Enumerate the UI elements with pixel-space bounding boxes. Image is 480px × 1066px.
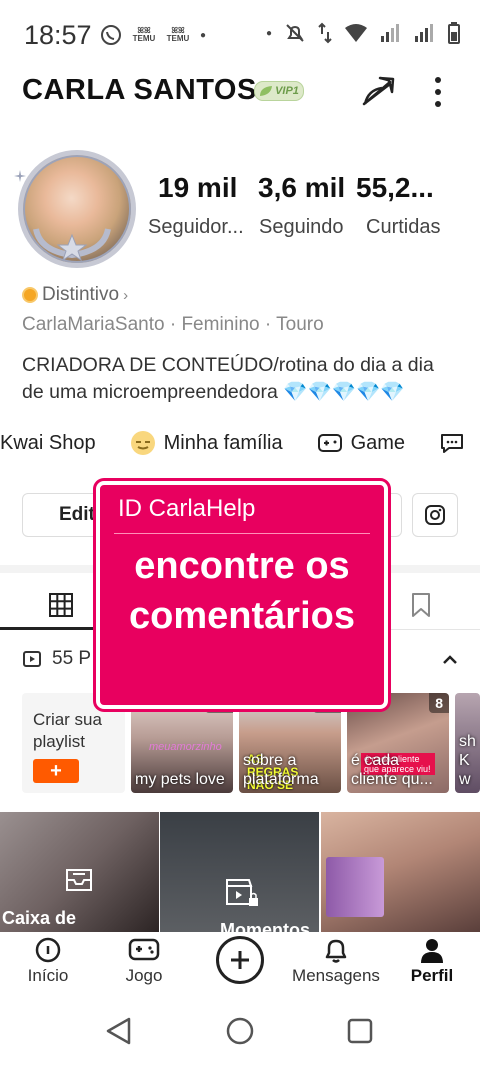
temu-icon: ꕤꕤ TEMU (132, 26, 156, 43)
instagram-button[interactable] (412, 493, 458, 537)
status-time: 18:57 (24, 20, 92, 50)
product-image (326, 857, 384, 917)
dot-icon: ● (265, 27, 272, 39)
chat-icon (441, 434, 464, 453)
family-emoji-icon (130, 431, 155, 455)
overlay-divider (114, 533, 370, 534)
likes-count[interactable]: 55,2... (356, 172, 434, 204)
data-arrows-icon (318, 22, 332, 44)
temu-icon: ꕤꕤ TEMU (166, 26, 190, 43)
following-label[interactable]: Seguindo (259, 216, 344, 239)
following-count[interactable]: 3,6 mil (258, 172, 345, 204)
sparkle-icon (14, 170, 26, 182)
system-status-icons: ● (266, 22, 460, 44)
nav-inicio[interactable]: Início (0, 932, 96, 994)
badge-icon (22, 287, 38, 303)
more-options-icon[interactable] (426, 74, 450, 110)
grid-item-inbox[interactable]: Caixa de (0, 812, 159, 932)
diamond-emojis: 💎💎💎💎💎 (283, 381, 405, 403)
distintivo-link[interactable]: Distintivo › (22, 284, 128, 306)
grid-item-video[interactable] (321, 812, 480, 932)
tag-kwai-shop[interactable]: Kwai Shop (0, 432, 96, 455)
profile-bio: CRIADORA DE CONTEÚDO/rotina do dia a dia… (22, 354, 434, 403)
mute-bell-icon (286, 24, 304, 42)
vip-badge[interactable]: VIP1 (254, 81, 304, 101)
profile-name: CARLA SANTOS (22, 74, 257, 106)
grid-icon[interactable] (48, 592, 74, 618)
works-count[interactable]: 55 P (22, 648, 91, 670)
overlay-id: ID CarlaHelp (118, 495, 256, 522)
back-icon[interactable] (104, 1016, 134, 1046)
system-nav-bar (0, 996, 480, 1066)
home-icon (35, 937, 61, 963)
status-bar: 18:57 ꕤꕤ TEMU ꕤꕤ TEMU ● ● (0, 0, 480, 70)
help-overlay-banner: ID CarlaHelp encontre os comentários (96, 481, 388, 709)
followers-label[interactable]: Seguidor... (148, 216, 244, 239)
tag-chat[interactable] (439, 431, 465, 455)
instagram-icon (425, 505, 445, 525)
signal-icon (415, 24, 433, 42)
notification-icons: ꕤꕤ TEMU ꕤꕤ TEMU ● (100, 24, 206, 46)
leaf-icon (260, 86, 273, 96)
video-list-icon (23, 651, 41, 667)
laurel-frame-icon (33, 228, 111, 261)
inbox-icon (66, 869, 92, 891)
battery-icon (448, 22, 460, 44)
share-icon[interactable] (360, 74, 396, 110)
clapper-lock-icon (226, 879, 258, 906)
wifi-icon (345, 24, 367, 42)
signal-icon (381, 24, 399, 42)
dot-icon: ● (200, 29, 207, 41)
profile-meta: CarlaMariaSanto · Feminino · Touro (22, 314, 324, 335)
grid-item-moments[interactable]: Momentos (160, 812, 319, 932)
nav-jogo[interactable]: Jogo (96, 932, 192, 994)
tag-minha-familia[interactable]: Minha família (130, 430, 283, 456)
followers-count[interactable]: 19 mil (158, 172, 237, 204)
tag-game[interactable]: Game (317, 431, 405, 455)
overlay-message: encontre os comentários (129, 545, 355, 637)
create-post-button[interactable] (216, 936, 264, 984)
home-circle-icon[interactable] (226, 1017, 254, 1045)
add-playlist-button[interactable]: + (33, 759, 79, 783)
gamepad-icon (128, 938, 160, 961)
playlist-thumb[interactable]: sh Kw (455, 693, 480, 793)
plus-icon (231, 951, 249, 969)
chevron-right-icon: › (123, 286, 129, 304)
nav-mensagens[interactable]: Mensagens (288, 932, 384, 994)
nav-perfil[interactable]: Perfil (384, 932, 480, 994)
profile-tags-row: Kwai Shop Minha família Game (0, 426, 480, 460)
gamepad-icon (317, 434, 342, 452)
chevron-up-icon[interactable] (440, 650, 460, 670)
likes-label[interactable]: Curtidas (366, 216, 440, 239)
bell-icon (325, 939, 347, 963)
recents-icon[interactable] (347, 1018, 373, 1044)
person-icon (421, 939, 443, 963)
bookmark-icon[interactable] (410, 592, 432, 618)
whatsapp-icon (101, 25, 121, 45)
